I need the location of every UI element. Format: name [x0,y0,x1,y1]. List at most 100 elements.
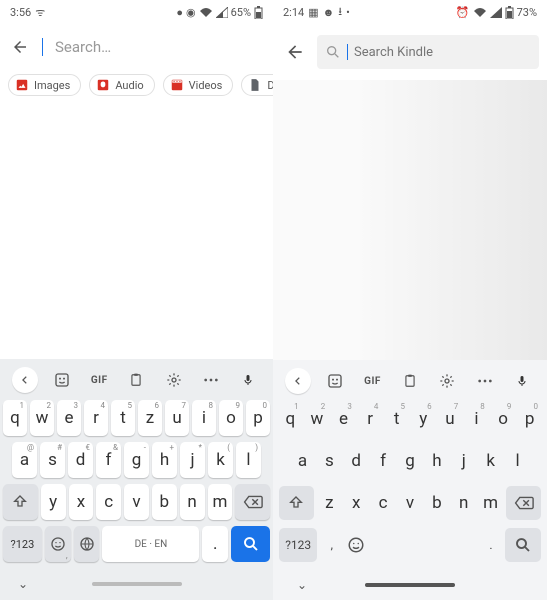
key-j[interactable]: j* [180,442,205,478]
search-input[interactable] [55,38,265,56]
key-g[interactable]: g- [124,442,149,478]
statusbar-right: 2:14 ▦ ☻ ⭳ • ⏰ 73% [273,0,547,24]
key-q[interactable]: q1 [277,400,304,438]
home-pill[interactable] [365,583,455,587]
key-w[interactable]: w2 [304,400,331,438]
key-l[interactable]: l) [236,442,261,478]
dots-icon[interactable] [198,367,224,393]
key-c[interactable]: c [370,484,397,522]
gif-button[interactable]: GIF [86,367,112,393]
key-comma[interactable]: , [319,528,344,562]
key-f[interactable]: f& [96,442,121,478]
key-c[interactable]: c [96,484,121,520]
key-j[interactable]: j [450,442,477,480]
key-x[interactable]: x [69,484,94,520]
key-m[interactable]: m [208,484,233,520]
key-y[interactable]: y6 [410,400,437,438]
dots-icon[interactable] [472,368,498,394]
key-k[interactable]: k [477,442,504,480]
key-y[interactable]: y [41,484,66,520]
gif-button[interactable]: GIF [360,368,386,394]
key-r[interactable]: r4 [357,400,384,438]
key-a[interactable]: a [289,442,316,480]
key-h[interactable]: h [423,442,450,480]
key-s[interactable]: s# [40,442,65,478]
clipboard-icon[interactable] [123,367,149,393]
chevron-left-icon[interactable] [285,368,311,394]
key-e[interactable]: e3 [57,400,81,436]
key-w[interactable]: w2 [30,400,54,436]
key-t[interactable]: t5 [383,400,410,438]
mic-icon[interactable] [235,367,261,393]
key-o[interactable]: o9 [219,400,243,436]
key-k[interactable]: k( [208,442,233,478]
key-h[interactable]: h+ [152,442,177,478]
key-space[interactable]: DE · EN [102,526,199,562]
key-t[interactable]: t5 [111,400,135,436]
key-period[interactable]: . [479,528,504,562]
key-e[interactable]: e3 [330,400,357,438]
key-a[interactable]: a@ [12,442,37,478]
chip-audio[interactable]: Audio [89,74,154,96]
back-button[interactable] [281,38,309,66]
key-m[interactable]: m [477,484,504,522]
key-b[interactable]: b [152,484,177,520]
key-o[interactable]: o9 [490,400,517,438]
search-input[interactable] [354,45,531,60]
key-symbols[interactable]: ?123 [279,528,317,562]
key-backspace[interactable] [506,486,541,520]
globe-icon[interactable] [74,526,100,562]
key-search[interactable] [505,528,541,562]
home-pill[interactable] [92,582,182,586]
key-l[interactable]: l [504,442,531,480]
key-p[interactable]: p0 [246,400,270,436]
key-shift[interactable] [279,486,314,520]
key-shift[interactable] [3,484,38,520]
key-x[interactable]: x [343,484,370,522]
text-caret [42,38,43,56]
key-f[interactable]: f [370,442,397,480]
key-search[interactable] [231,526,270,562]
key-backspace[interactable] [235,484,270,520]
key-i[interactable]: i8 [463,400,490,438]
key-z[interactable]: z6 [138,400,162,436]
status-time: 3:56 [10,6,31,19]
key-s[interactable]: s [316,442,343,480]
chevron-left-icon[interactable] [12,367,38,393]
key-z[interactable]: z [316,484,343,522]
gear-icon[interactable] [434,368,460,394]
battery-icon [254,6,263,19]
mic-icon[interactable] [509,368,535,394]
sticker-icon[interactable] [322,368,348,394]
clipboard-icon[interactable] [397,368,423,394]
key-i[interactable]: i8 [192,400,216,436]
chip-videos[interactable]: Videos [163,74,234,96]
key-u[interactable]: u7 [165,400,189,436]
chevron-down-icon[interactable]: ⌄ [18,577,28,591]
key-space[interactable] [369,528,479,562]
key-d[interactable]: d€ [68,442,93,478]
emoji-icon[interactable]: , [45,526,71,562]
key-symbols[interactable]: ?123 [3,526,42,562]
key-p[interactable]: p0 [516,400,543,438]
key-d[interactable]: d [343,442,370,480]
key-r[interactable]: r4 [84,400,108,436]
key-u[interactable]: u7 [437,400,464,438]
key-b[interactable]: b [423,484,450,522]
gear-icon[interactable] [161,367,187,393]
key-n[interactable]: n [180,484,205,520]
emoji-icon[interactable] [344,528,369,562]
key-v[interactable]: v [124,484,149,520]
content-area-left [0,104,273,359]
chevron-down-icon[interactable]: ⌄ [297,578,307,592]
key-v[interactable]: v [397,484,424,522]
key-period[interactable]: . [202,526,228,562]
back-button[interactable] [8,35,32,59]
sticker-icon[interactable] [49,367,75,393]
key-q[interactable]: q1 [3,400,27,436]
key-g[interactable]: g [397,442,424,480]
searchbox[interactable] [317,35,539,69]
key-n[interactable]: n [450,484,477,522]
chip-documents[interactable]: Document [241,74,273,96]
chip-images[interactable]: Images [8,74,81,96]
